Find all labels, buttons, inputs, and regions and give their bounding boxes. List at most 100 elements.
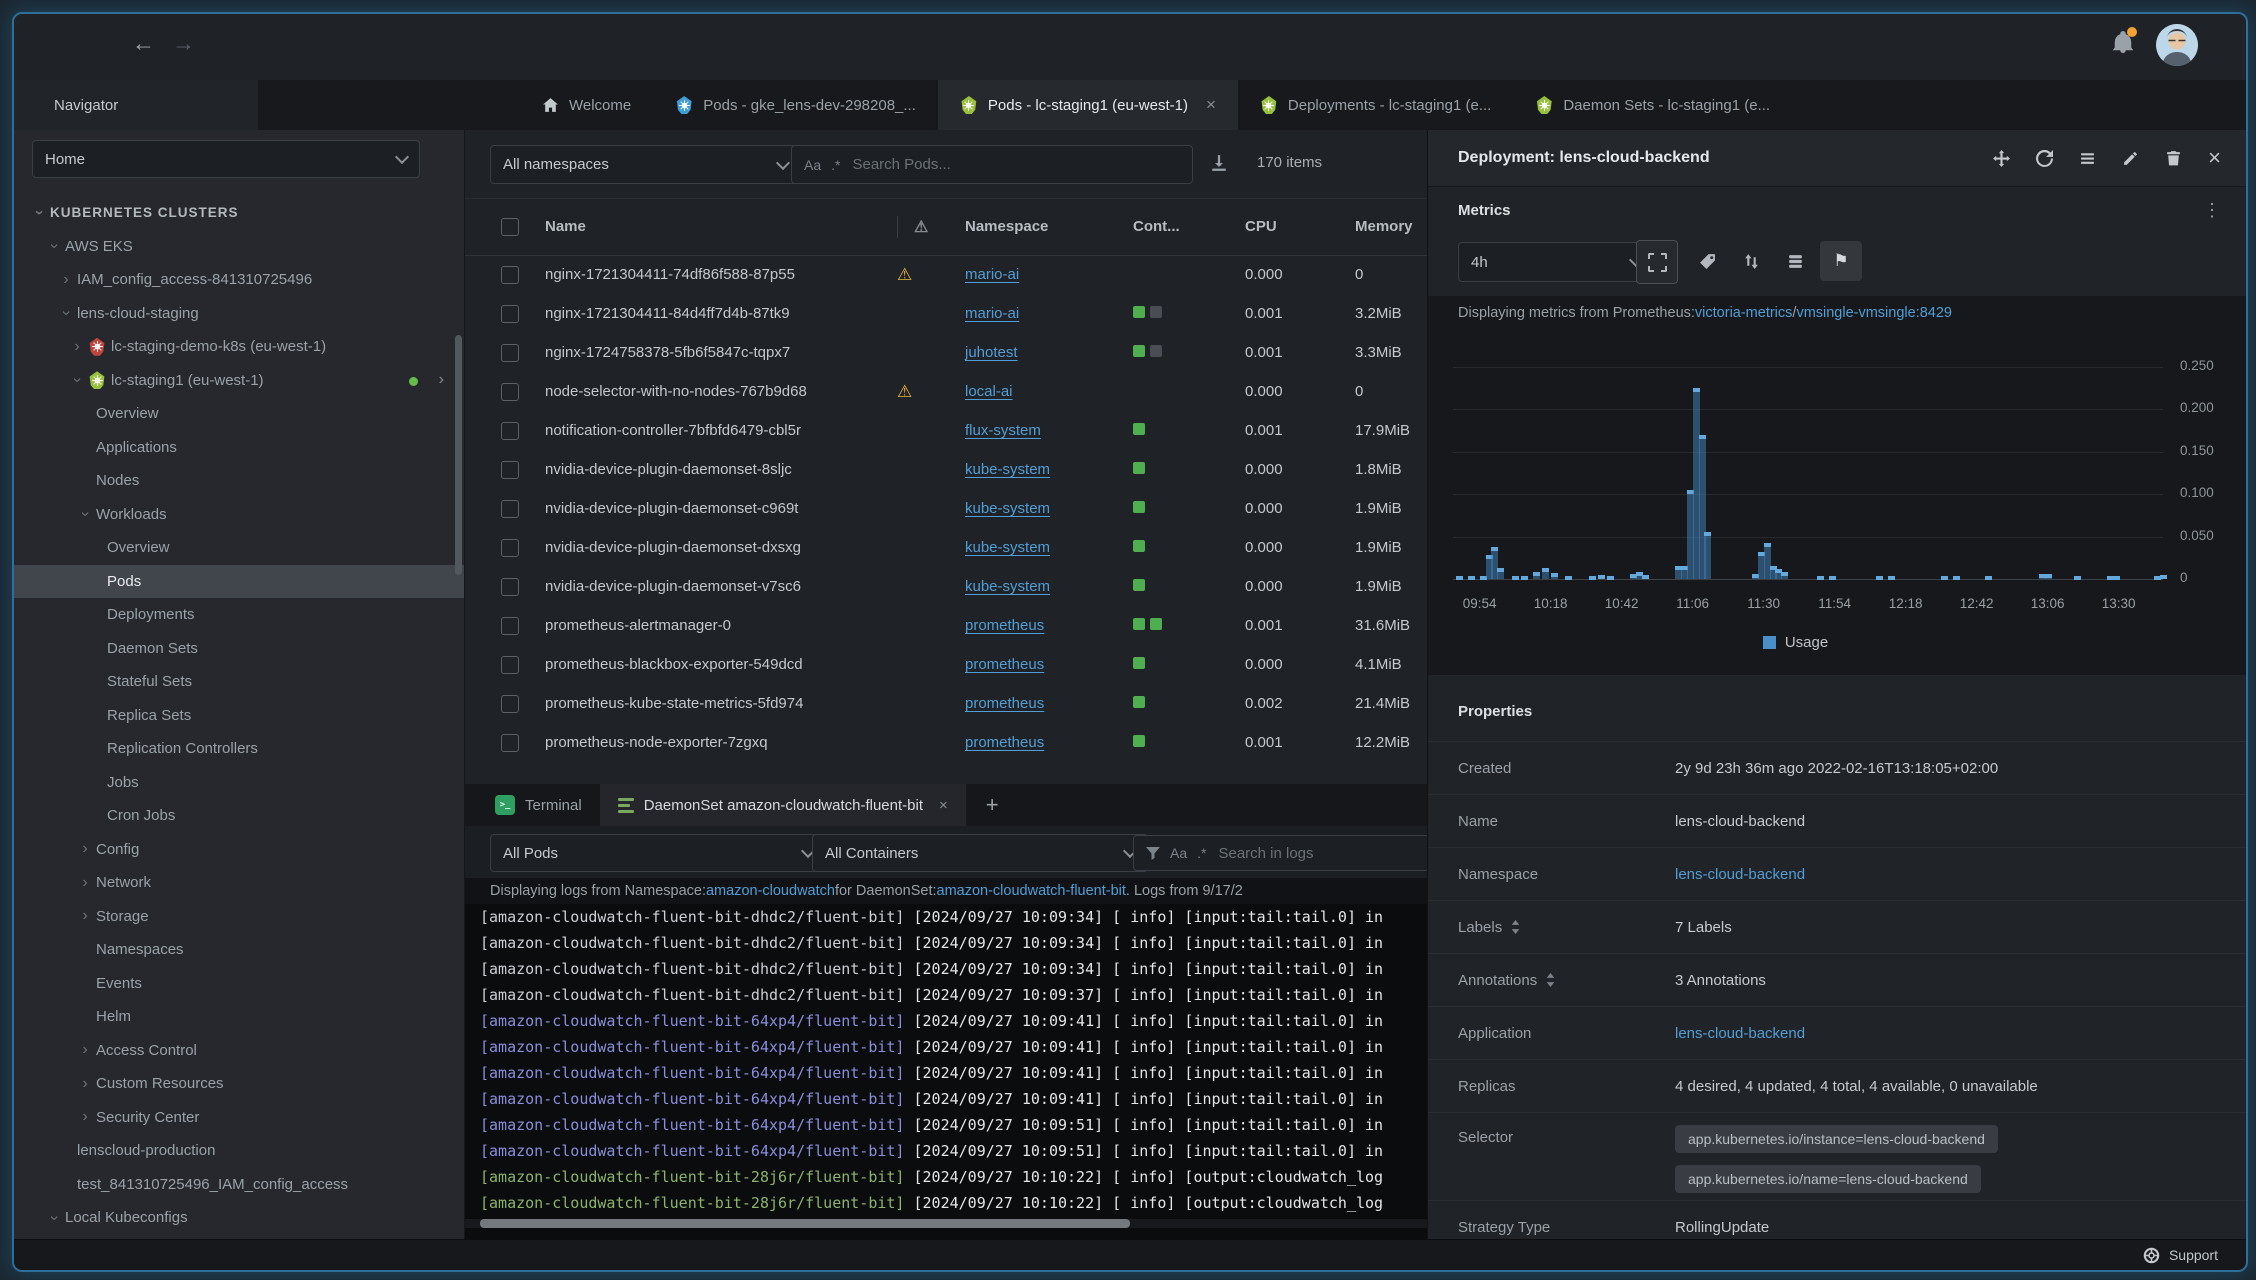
chevron-down-icon[interactable]: › <box>57 302 75 324</box>
log-container-filter-select[interactable]: All Containers <box>812 834 1148 872</box>
avatar[interactable] <box>2156 24 2198 66</box>
dock-tab-terminal[interactable]: >_ Terminal <box>477 784 600 826</box>
column-containers[interactable]: Cont... <box>1133 218 1245 235</box>
namespace-link[interactable]: prometheus <box>965 617 1044 634</box>
sidebar-item-access-control[interactable]: › Access Control <box>14 1034 464 1068</box>
namespace-link[interactable]: prometheus <box>965 656 1044 673</box>
move-icon[interactable] <box>1993 149 2011 167</box>
close-drawer-icon[interactable]: × <box>2208 145 2221 171</box>
sidebar-item-workloads[interactable]: › Workloads <box>14 498 464 532</box>
filesystem-metric-button[interactable] <box>1778 240 1812 282</box>
sidebar-scrollbar[interactable] <box>455 335 462 575</box>
edit-icon[interactable] <box>2122 150 2139 167</box>
row-checkbox[interactable] <box>501 382 519 401</box>
chevron-right-icon[interactable]: › <box>74 1108 96 1126</box>
table-row[interactable]: prometheus-blackbox-exporter-549dcd prome… <box>465 645 1427 684</box>
pods-search-input[interactable] <box>850 155 1180 174</box>
metrics-range-select[interactable]: 4h <box>1458 242 1654 282</box>
metrics-menu-icon[interactable]: ⋮ <box>2203 200 2221 221</box>
chevron-right-icon[interactable]: › <box>439 371 444 389</box>
chevron-down-icon[interactable]: › <box>45 1207 63 1229</box>
forward-button[interactable]: → <box>172 30 195 57</box>
expand-toggle-icon[interactable] <box>1546 973 1555 987</box>
back-button[interactable]: ← <box>132 30 155 57</box>
refresh-icon[interactable] <box>2036 149 2054 167</box>
sidebar-item-security-center[interactable]: › Security Center <box>14 1101 464 1135</box>
chevron-right-icon[interactable]: › <box>66 338 88 356</box>
chevron-down-icon[interactable]: › <box>30 202 48 224</box>
trash-icon[interactable] <box>2165 150 2182 167</box>
namespace-link[interactable]: local-ai <box>965 383 1013 400</box>
log-pod-filter-select[interactable]: All Pods <box>490 834 826 872</box>
sidebar-item-daemon-sets[interactable]: Daemon Sets <box>14 632 464 666</box>
prometheus-endpoint-link[interactable]: vmsingle-vmsingle:8429 <box>1796 305 1952 321</box>
namespace-link[interactable]: kube-system <box>965 578 1050 595</box>
chevron-right-icon[interactable]: › <box>74 840 96 858</box>
table-row[interactable]: nginx-1721304411-74df86f588-87p55 ⚠ mario-… <box>465 255 1427 294</box>
logs-horizontal-scrollbar[interactable] <box>465 1219 1427 1228</box>
sidebar-item-applications[interactable]: Applications <box>14 431 464 465</box>
namespace-link[interactable]: kube-system <box>965 500 1050 517</box>
sidebar-item-cron-jobs[interactable]: Cron Jobs <box>14 799 464 833</box>
sidebar-item-lens-cloud-staging[interactable]: › lens-cloud-staging <box>14 297 464 331</box>
column-memory[interactable]: Memory <box>1355 218 1427 235</box>
table-row[interactable]: nvidia-device-plugin-daemonset-dxsxg kube… <box>465 528 1427 567</box>
daemonset-link[interactable]: amazon-cloudwatch-fluent-bit <box>937 883 1126 899</box>
table-row[interactable]: notification-controller-7bfbfd6479-cbl5r… <box>465 411 1427 450</box>
new-dock-tab-button[interactable]: + <box>966 784 1019 826</box>
tab-pods-gke-lens-dev-298208-[interactable]: Pods - gke_lens-dev-298208_... <box>653 80 938 130</box>
sidebar-item-replica-sets[interactable]: Replica Sets <box>14 699 464 733</box>
property-value-link[interactable]: lens-cloud-backend <box>1675 866 1805 883</box>
sidebar-item-events[interactable]: Events <box>14 967 464 1001</box>
regex-icon[interactable]: .* <box>1197 845 1206 861</box>
namespace-link[interactable]: kube-system <box>965 461 1050 478</box>
table-row[interactable]: nginx-1721304411-84d4ff7d4b-87tk9 mario-a… <box>465 294 1427 333</box>
tab-welcome[interactable]: Welcome <box>520 80 653 130</box>
table-row[interactable]: prometheus-kube-state-metrics-5fd974 prom… <box>465 684 1427 723</box>
sidebar-item-namespaces[interactable]: Namespaces <box>14 933 464 967</box>
chevron-right-icon[interactable]: › <box>74 1075 96 1093</box>
property-value-link[interactable]: lens-cloud-backend <box>1675 1025 1805 1042</box>
support-button[interactable]: Support <box>2169 1247 2218 1263</box>
tab-daemon-sets-lc-staging1-e-[interactable]: Daemon Sets - lc-staging1 (e... <box>1513 80 1792 130</box>
sidebar-item-stateful-sets[interactable]: Stateful Sets <box>14 665 464 699</box>
match-case-icon[interactable]: Aa <box>1170 845 1187 861</box>
sidebar-item-nodes[interactable]: Nodes <box>14 464 464 498</box>
sidebar-item-lc-staging1-eu-west-1-[interactable]: › lc-staging1 (eu-west-1) › <box>14 364 464 398</box>
row-checkbox[interactable] <box>501 577 519 596</box>
sidebar-item-custom-resources[interactable]: › Custom Resources <box>14 1067 464 1101</box>
regex-icon[interactable]: .* <box>831 157 840 173</box>
sidebar-item-overview[interactable]: Overview <box>14 397 464 431</box>
row-checkbox[interactable] <box>501 616 519 635</box>
namespace-link[interactable]: amazon-cloudwatch <box>706 883 835 899</box>
namespace-link[interactable]: mario-ai <box>965 305 1019 322</box>
select-all-checkbox[interactable] <box>501 217 519 236</box>
namespace-link[interactable]: prometheus <box>965 695 1044 712</box>
chevron-down-icon[interactable]: › <box>76 503 94 525</box>
row-checkbox[interactable] <box>501 655 519 674</box>
sidebar-item-overview[interactable]: Overview <box>14 531 464 565</box>
row-checkbox[interactable] <box>501 460 519 479</box>
sidebar-item-local-kubeconfigs[interactable]: › Local Kubeconfigs <box>14 1201 464 1235</box>
tab-deployments-lc-staging1-e-[interactable]: Deployments - lc-staging1 (e... <box>1238 80 1513 130</box>
table-row[interactable]: nginx-1724758378-5fb6f5847c-tqpx7 juhotes… <box>465 333 1427 372</box>
row-checkbox[interactable] <box>501 733 519 752</box>
close-icon[interactable]: × <box>1206 95 1216 115</box>
row-checkbox[interactable] <box>501 343 519 362</box>
sidebar-item-config[interactable]: › Config <box>14 833 464 867</box>
row-checkbox[interactable] <box>501 304 519 323</box>
table-row[interactable]: prometheus-node-exporter-7zgxq prometheus… <box>465 723 1427 762</box>
sidebar-item-iam-config-access-841310725496[interactable]: › IAM_config_access-841310725496 <box>14 263 464 297</box>
network-metric-button[interactable] <box>1734 240 1768 282</box>
table-row[interactable]: prometheus-alertmanager-0 prometheus 0.001… <box>465 606 1427 645</box>
column-name[interactable]: Name <box>545 218 897 235</box>
sidebar-item-pods[interactable]: Pods <box>14 564 464 598</box>
column-warning-icon[interactable]: ⚠ <box>897 215 965 238</box>
column-namespace[interactable]: Namespace <box>965 218 1133 235</box>
chevron-right-icon[interactable]: › <box>74 907 96 925</box>
row-checkbox[interactable] <box>501 538 519 557</box>
sidebar-item-lc-staging-demo-k8s-eu-west-1-[interactable]: › lc-staging-demo-k8s (eu-west-1) <box>14 330 464 364</box>
sidebar-item-kubernetes-clusters[interactable]: › KUBERNETES CLUSTERS <box>14 196 464 230</box>
log-output[interactable]: [amazon-cloudwatch-fluent-bit-dhdc2/flue… <box>465 904 1427 1240</box>
row-checkbox[interactable] <box>501 499 519 518</box>
